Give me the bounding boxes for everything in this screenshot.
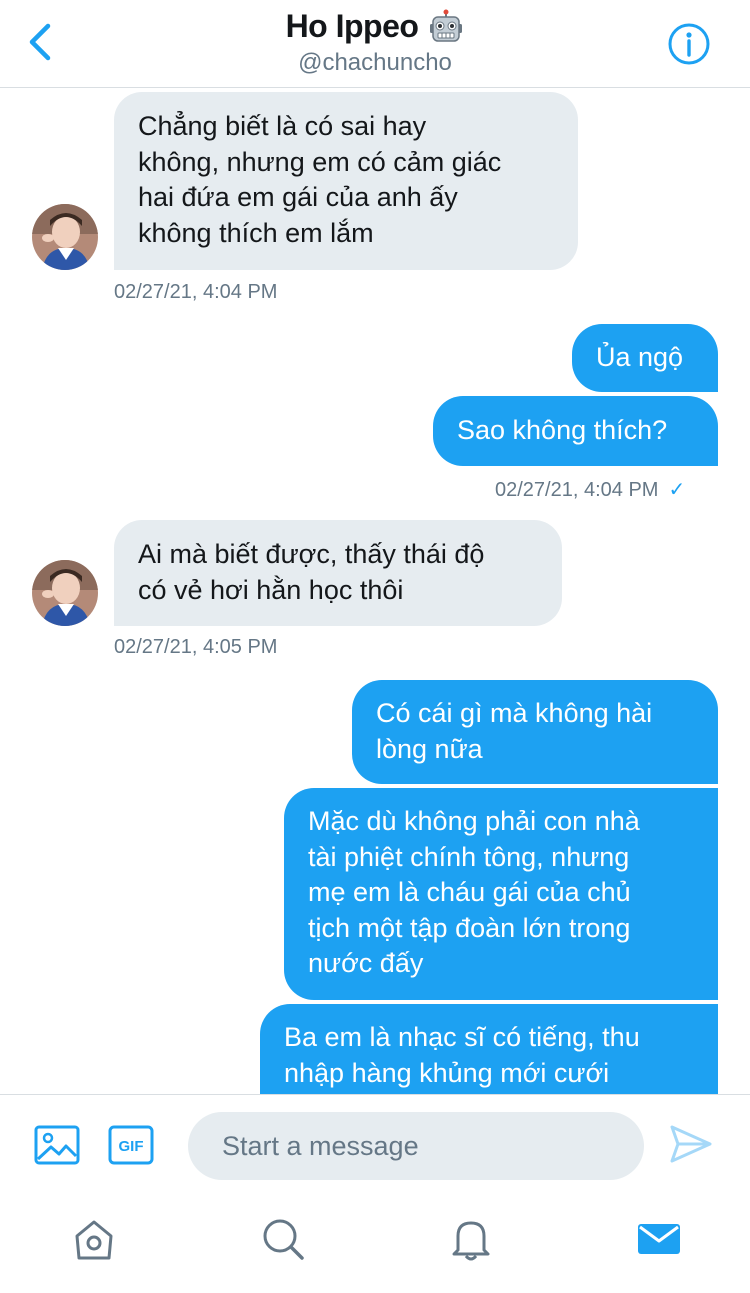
message-timestamp: 02/27/21, 4:04 PM [114, 281, 278, 303]
message-line: Ai mà biết được, thấy thái độ [138, 539, 485, 569]
message-line: Chẳng biết là có sai hay [138, 111, 427, 141]
message-line: có vẻ hơi hằn học thôi [138, 574, 404, 605]
outgoing-message-bubble[interactable]: Ba em là nhạc sĩ có tiếng, thu nhập hàng… [260, 1004, 718, 1094]
message-line: Ba em là nhạc sĩ có tiếng, thu [284, 1022, 640, 1052]
gif-frame: GIF [108, 1125, 154, 1165]
message-line: Mặc dù không phải con nhà [308, 806, 640, 836]
gif-label: GIF [119, 1138, 144, 1155]
gif-icon[interactable]: GIF [108, 1125, 154, 1165]
outgoing-message-bubble[interactable]: Mặc dù không phải con nhà tài phiệt chín… [284, 788, 718, 1000]
search-icon[interactable] [260, 1216, 306, 1262]
home-icon[interactable] [71, 1216, 117, 1262]
conversation-title: Ho Ippeo [286, 8, 465, 45]
message-line: nhập hàng khủng mới cưới [284, 1057, 610, 1088]
notifications-icon[interactable] [448, 1216, 494, 1262]
message-line: không, nhưng em có cảm giác [138, 146, 502, 177]
messages-icon[interactable] [636, 1216, 682, 1262]
robot-emoji-icon [430, 9, 463, 42]
message-line: Sao không thích? [457, 415, 668, 445]
incoming-message-bubble[interactable]: Chẳng biết là có sai hay không, nhưng em… [114, 92, 578, 270]
conversation-title-block[interactable]: Ho Ippeo @chachuncho [0, 8, 750, 77]
contact-avatar[interactable] [32, 204, 98, 270]
conversation-header: Ho Ippeo @chachuncho [0, 0, 750, 88]
message-timestamp: 02/27/21, 4:04 PM ✓ [495, 477, 685, 502]
message-line: tài phiệt chính tông, nhưng [308, 841, 630, 872]
info-icon[interactable] [667, 22, 711, 66]
avatar-image [32, 560, 98, 626]
message-line: Có cái gì mà không hài [376, 698, 653, 728]
message-line: lòng nữa [376, 733, 483, 764]
message-input[interactable] [188, 1112, 644, 1180]
message-line: nước đấy [308, 948, 424, 978]
contact-handle: @chachuncho [298, 49, 452, 76]
message-line: mẹ em là cháu gái của chủ [308, 877, 631, 907]
message-composer: GIF [0, 1094, 750, 1198]
avatar-image [32, 204, 98, 270]
image-icon[interactable] [34, 1125, 80, 1165]
incoming-message-bubble[interactable]: Ai mà biết được, thấy thái độ có vẻ hơi … [114, 520, 562, 626]
message-thread[interactable]: Chẳng biết là có sai hay không, nhưng em… [0, 88, 750, 1094]
sent-check-icon: ✓ [668, 479, 686, 501]
outgoing-message-bubble[interactable]: Ủa ngộ [572, 324, 718, 392]
bottom-tab-bar [0, 1198, 750, 1293]
send-icon[interactable] [668, 1121, 714, 1167]
message-line: hai đứa em gái của anh ấy [138, 182, 458, 212]
message-line: tịch một tập đoàn lớn trong [308, 912, 631, 943]
message-timestamp: 02/27/21, 4:05 PM [114, 636, 278, 658]
outgoing-message-bubble[interactable]: Có cái gì mà không hài lòng nữa [352, 680, 718, 784]
contact-name: Ho Ippeo [285, 8, 419, 44]
message-line: Ủa ngộ [596, 342, 684, 372]
timestamp-text: 02/27/21, 4:04 PM [495, 479, 659, 501]
outgoing-message-bubble[interactable]: Sao không thích? [433, 396, 718, 466]
message-line: không thích em lắm [138, 217, 374, 248]
contact-avatar[interactable] [32, 560, 98, 626]
